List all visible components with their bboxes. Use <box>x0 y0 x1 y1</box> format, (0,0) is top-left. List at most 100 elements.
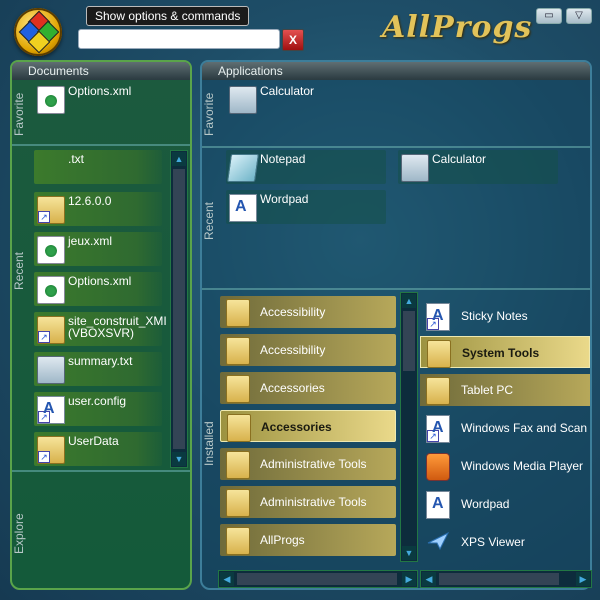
doc-recent-label: summary.txt <box>68 354 133 368</box>
doc-recent-item[interactable]: ↗ 12.6.0.0 <box>34 192 162 226</box>
installed-folder-label: Accessibility <box>260 305 326 319</box>
documents-divider <box>12 144 190 146</box>
apps-divider <box>202 288 590 290</box>
doc-recent-label: user.config <box>68 394 127 408</box>
folder-icon <box>226 299 250 327</box>
documents-divider <box>12 470 190 472</box>
restore-button[interactable]: ▭ <box>536 8 562 24</box>
installed-left-hscrollbar[interactable]: ◀ ▶ <box>218 570 418 588</box>
doc-recent-item[interactable]: ↗ UserData <box>34 432 162 466</box>
app-recent-item[interactable]: Notepad <box>226 150 386 184</box>
app-recent-item[interactable]: Calculator <box>398 150 558 184</box>
hscroll-thumb[interactable] <box>439 573 559 585</box>
applications-header: Applications <box>202 62 590 80</box>
folder-shortcut-icon: ↗ <box>37 316 65 344</box>
installed-app-item[interactable]: ↗ Windows Fax and Scan <box>420 412 590 444</box>
app-recent-label: Notepad <box>260 152 306 166</box>
doc-recent-item[interactable]: Options.xml <box>34 272 162 306</box>
folder-icon <box>226 375 250 403</box>
app-recent-item[interactable]: Wordpad <box>226 190 386 224</box>
installed-folder-item[interactable]: AllProgs <box>220 524 396 556</box>
installed-folder-item[interactable]: Accessories <box>220 372 396 404</box>
xml-document-icon <box>37 276 65 304</box>
installed-app-label: Wordpad <box>461 497 510 511</box>
installed-folder-item[interactable]: Accessibility <box>220 334 396 366</box>
search-input[interactable] <box>78 29 280 49</box>
installed-folder-item[interactable]: Accessibility <box>220 296 396 328</box>
doc-recent-item[interactable]: .txt <box>34 150 162 184</box>
orb-logo-button[interactable] <box>14 8 62 56</box>
scroll-left-arrow-icon[interactable]: ◀ <box>220 572 234 586</box>
app-favorite-item[interactable]: Calculator <box>226 82 386 116</box>
file-shortcut-icon: ↗ <box>37 396 65 424</box>
installed-app-label: XPS Viewer <box>461 535 525 549</box>
scroll-down-arrow-icon[interactable]: ▼ <box>402 546 416 560</box>
shortcut-arrow-icon: ↗ <box>38 211 50 223</box>
doc-recent-label: Options.xml <box>68 274 132 288</box>
installed-folder-item[interactable]: Administrative Tools <box>220 448 396 480</box>
installed-app-item[interactable]: Tablet PC <box>420 374 590 406</box>
apps-divider <box>202 146 590 148</box>
shortcut-arrow-icon: ↗ <box>38 331 50 343</box>
installed-right-hscrollbar[interactable]: ◀ ▶ <box>420 570 592 588</box>
installed-folder-label: Administrative Tools <box>260 457 367 471</box>
scroll-right-arrow-icon[interactable]: ▶ <box>402 572 416 586</box>
doc-favorite-item[interactable]: Options.xml <box>34 82 184 116</box>
brand-title: AllProgs <box>382 10 533 45</box>
doc-recent-label: UserData <box>68 434 119 448</box>
folder-icon <box>427 340 451 368</box>
options-tooltip: Show options & commands <box>86 6 250 26</box>
app-recent-label: Wordpad <box>260 192 309 206</box>
installed-folder-item[interactable]: Administrative Tools <box>220 486 396 518</box>
installed-folder-item-selected[interactable]: Accessories <box>220 410 396 442</box>
media-player-icon <box>426 453 450 481</box>
folder-shortcut-icon: ↗ <box>37 196 65 224</box>
documents-recent-label: Recent <box>12 251 26 290</box>
shortcut-arrow-icon: ↗ <box>38 451 50 463</box>
shortcut-arrow-icon: ↗ <box>38 411 50 423</box>
xml-document-icon <box>37 86 65 114</box>
installed-folder-label: AllProgs <box>260 533 305 547</box>
folder-shortcut-icon: ↗ <box>37 436 65 464</box>
installed-folder-label: Accessories <box>261 420 332 434</box>
network-document-icon <box>37 356 65 384</box>
fax-icon: ↗ <box>426 415 450 443</box>
scroll-thumb[interactable] <box>173 169 185 449</box>
documents-scrollbar[interactable]: ▲ ▼ <box>170 150 188 468</box>
xps-viewer-icon <box>426 529 450 555</box>
doc-favorite-label: Options.xml <box>68 84 132 98</box>
scroll-up-arrow-icon[interactable]: ▲ <box>402 294 416 308</box>
scroll-right-arrow-icon[interactable]: ▶ <box>576 572 590 586</box>
installed-app-item[interactable]: Wordpad <box>420 488 590 520</box>
hscroll-thumb[interactable] <box>237 573 397 585</box>
collapse-button[interactable]: ▽ <box>566 8 592 24</box>
doc-recent-item[interactable]: ↗ user.config <box>34 392 162 426</box>
doc-recent-label: site_construit_XMI (VBOXSVR) <box>68 314 167 340</box>
wordpad-icon <box>229 194 257 222</box>
doc-recent-label: jeux.xml <box>68 234 113 248</box>
clear-search-button[interactable]: X <box>282 29 304 51</box>
app-favorite-label: Calculator <box>260 84 315 98</box>
calculator-icon <box>401 154 429 182</box>
doc-recent-item[interactable]: ↗ site_construit_XMI (VBOXSVR) <box>34 312 167 346</box>
installed-left-scrollbar[interactable]: ▲ ▼ <box>400 292 418 562</box>
sticky-notes-icon: ↗ <box>426 303 450 331</box>
doc-recent-item[interactable]: summary.txt <box>34 352 162 386</box>
doc-recent-item[interactable]: jeux.xml <box>34 232 162 266</box>
app-recent-label: Calculator <box>432 152 487 166</box>
scroll-down-arrow-icon[interactable]: ▼ <box>172 452 186 466</box>
scroll-left-arrow-icon[interactable]: ◀ <box>422 572 436 586</box>
scroll-thumb[interactable] <box>403 311 415 371</box>
scroll-up-arrow-icon[interactable]: ▲ <box>172 152 186 166</box>
installed-app-item[interactable]: ↗ Sticky Notes <box>420 300 590 332</box>
installed-app-item[interactable]: XPS Viewer <box>420 526 590 558</box>
doc-recent-label: .txt <box>68 152 85 166</box>
installed-app-item-selected[interactable]: System Tools <box>420 336 590 368</box>
folder-icon <box>226 489 250 517</box>
installed-folder-label: Administrative Tools <box>260 495 367 509</box>
documents-header: Documents <box>12 62 190 80</box>
apps-favorite-label: Favorite <box>202 92 216 136</box>
xml-document-icon <box>37 236 65 264</box>
folder-icon <box>426 377 450 405</box>
installed-app-item[interactable]: Windows Media Player <box>420 450 590 482</box>
